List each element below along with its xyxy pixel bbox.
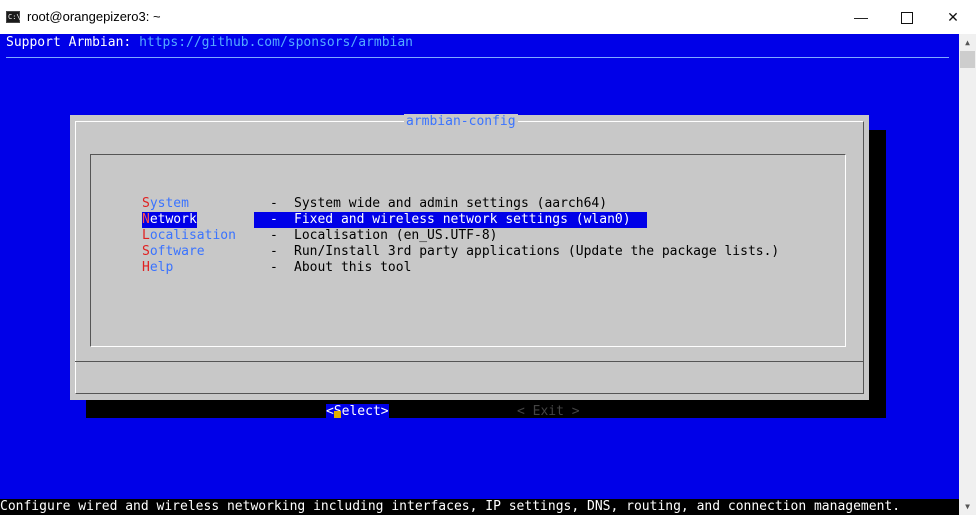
menu-item-separator: - — [270, 196, 278, 211]
exit-button[interactable]: < Exit > — [517, 404, 580, 420]
status-line: Configure wired and wireless networking … — [0, 499, 959, 515]
minimize-button[interactable]: — — [838, 0, 884, 34]
console-icon: C:\ — [6, 11, 21, 23]
hotkey-letter: L — [142, 228, 150, 243]
menu-item-description: About this tool — [294, 260, 412, 275]
window-title-bar[interactable]: C:\ root@orangepizero3: ~ — ✕ — [0, 0, 976, 34]
menu-item-description: Fixed and wireless network settings (wla… — [294, 212, 631, 227]
menu-item-label: ocalisation — [149, 228, 236, 243]
menu-item-label: elp — [149, 260, 174, 275]
menu-item-separator: - — [270, 260, 278, 275]
hotkey-letter: S — [142, 196, 150, 211]
menu-item-description: Localisation (en_US.UTF-8) — [294, 228, 498, 243]
close-button[interactable]: ✕ — [930, 0, 976, 34]
window-title: root@orangepizero3: ~ — [27, 9, 161, 24]
support-url[interactable]: https://github.com/sponsors/armbian — [139, 35, 413, 50]
vertical-scrollbar[interactable]: ▲ ▼ — [959, 34, 976, 515]
support-line: Support Armbian: https://github.com/spon… — [6, 35, 413, 51]
hotkey-letter: H — [142, 260, 150, 275]
menu-item-tag: Network — [142, 212, 197, 228]
menu-item-label: ystem — [149, 196, 189, 211]
scroll-down-icon[interactable]: ▼ — [959, 498, 976, 515]
menu-item-label: etwork — [149, 212, 197, 227]
menu-item-separator: - — [270, 228, 278, 243]
menu-item-separator: - — [270, 212, 278, 227]
menu-item-label: oftware — [149, 244, 205, 259]
support-prefix: Support Armbian: — [6, 35, 140, 50]
text-cursor — [334, 411, 341, 418]
menu-item-tag: Localisation — [142, 228, 236, 244]
hotkey-letter: S — [142, 244, 150, 259]
maximize-button[interactable] — [884, 0, 930, 34]
armbian-config-dialog: armbian-config System - System wide and ad… — [70, 114, 869, 420]
separator-line — [6, 57, 949, 58]
scroll-thumb[interactable] — [960, 51, 975, 68]
dialog-title: armbian-config — [404, 114, 518, 130]
menu-item-tag: Help — [142, 260, 173, 276]
menu-item-tag: Software — [142, 244, 205, 260]
menu-item-description: System wide and admin settings (aarch64) — [294, 196, 608, 211]
menu-item-separator: - — [270, 244, 278, 259]
terminal-area[interactable]: Support Armbian: https://github.com/spon… — [0, 34, 959, 515]
button-divider — [75, 361, 864, 362]
menu-item-tag: System — [142, 196, 189, 212]
maximize-icon — [901, 12, 913, 25]
scroll-up-icon[interactable]: ▲ — [959, 34, 976, 51]
menu-item-description: Run/Install 3rd party applications (Upda… — [294, 244, 780, 259]
hotkey-letter: N — [142, 212, 150, 227]
